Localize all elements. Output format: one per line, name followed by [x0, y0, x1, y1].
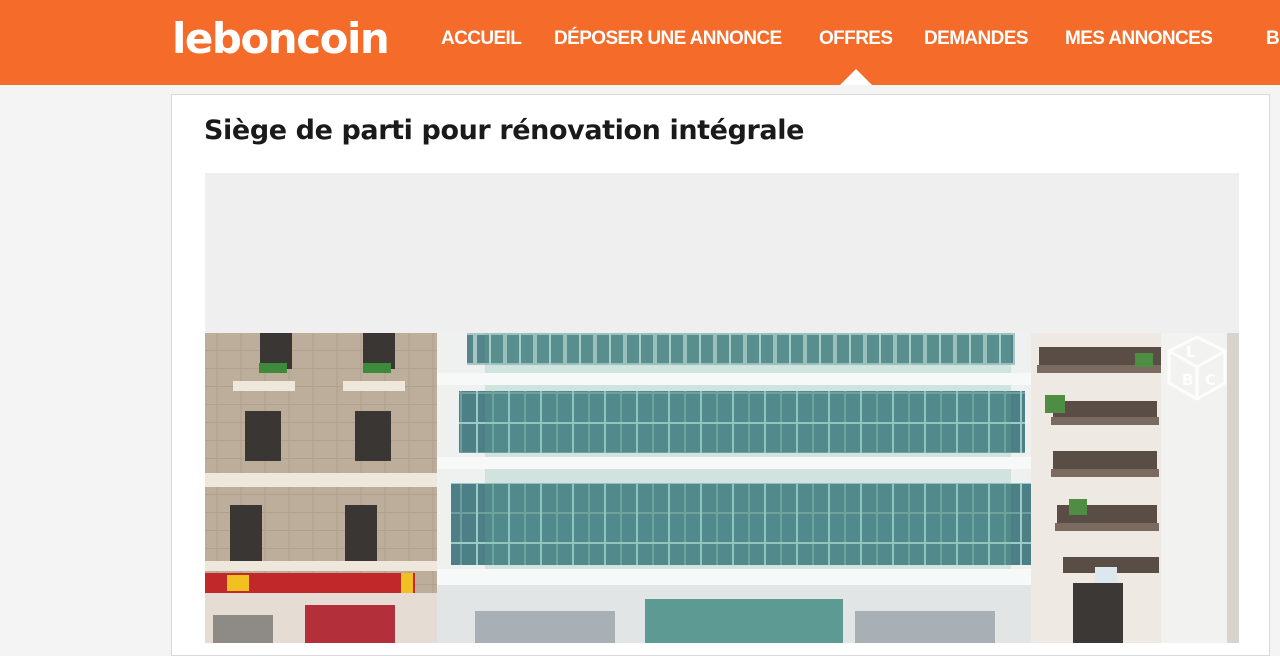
- ad-photo[interactable]: L B C: [205, 333, 1239, 643]
- nav-deposer-une-annonce[interactable]: DÉPOSER UNE ANNONCE: [554, 28, 782, 50]
- top-navigation-bar: leboncoin ACCUEIL DÉPOSER UNE ANNONCE OF…: [0, 0, 1280, 85]
- nav-accueil[interactable]: ACCUEIL: [441, 28, 522, 50]
- nav-truncated-item[interactable]: B: [1266, 28, 1280, 50]
- nav-offres[interactable]: OFFRES: [819, 28, 893, 50]
- leboncoin-logo[interactable]: leboncoin: [172, 14, 390, 63]
- ad-title: Siège de parti pour rénovation intégrale: [204, 115, 805, 146]
- ad-card: Siège de parti pour rénovation intégrale: [171, 94, 1270, 656]
- watermark-letter-b: B: [1182, 371, 1193, 389]
- active-nav-caret: [840, 69, 872, 85]
- nav-mes-annonces[interactable]: MES ANNONCES: [1065, 28, 1213, 50]
- watermark-letter-l: L: [1186, 343, 1196, 361]
- nav-demandes[interactable]: DEMANDES: [924, 28, 1029, 50]
- ad-photo-gallery[interactable]: L B C: [205, 173, 1239, 643]
- watermark-letter-c: C: [1205, 371, 1216, 389]
